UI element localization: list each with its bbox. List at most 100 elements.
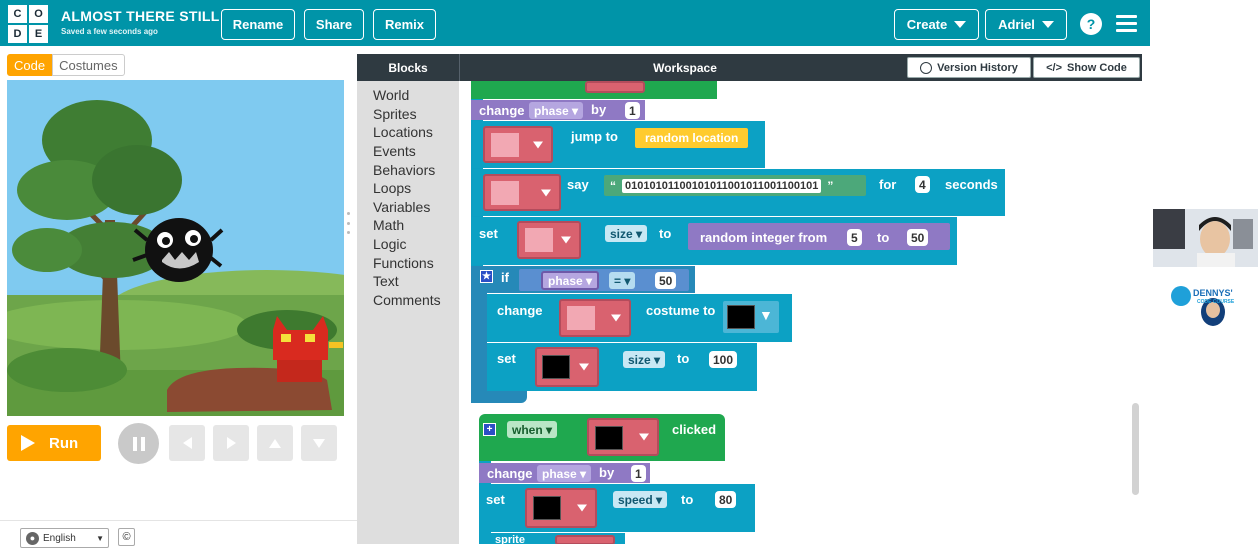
spider-sprite-thumbnail [491,180,519,205]
user-name: Adriel [998,17,1035,32]
variable-name: phase [534,103,569,118]
variable-dropdown[interactable]: phase ▾ [537,465,592,482]
share-button[interactable]: Share [304,9,364,40]
text-input[interactable]: 0101010110010101100101100110010​1 [622,178,822,193]
number-input[interactable]: 1 [625,102,640,119]
webcam-image [1153,209,1258,267]
category-text[interactable]: Text [357,272,459,291]
hamburger-menu-icon[interactable] [1116,15,1137,32]
number-input[interactable]: 80 [715,491,737,508]
number-input[interactable]: 5 [847,229,862,246]
block-keyword: by [591,102,607,117]
webcam-image [1153,268,1258,328]
number-input[interactable]: 1 [631,465,646,482]
property-dropdown[interactable]: size ▾ [605,225,648,242]
show-code-label: Show Code [1067,61,1127,74]
logo-letter: C [8,5,27,23]
saved-status: Saved a few seconds ago [61,27,158,36]
run-label: Run [49,434,79,452]
category-world[interactable]: World [357,86,459,105]
category-functions[interactable]: Functions [357,253,459,272]
block-keyword: seconds [945,177,998,192]
sprite-dropdown[interactable] [535,347,599,387]
variable-dropdown[interactable]: phase ▾ [541,271,600,290]
course-logo-subtext: CODE COURSE [1197,299,1235,305]
left-arrow-button[interactable] [169,425,205,461]
version-history-button[interactable]: Version History [907,57,1031,78]
code-workspace[interactable]: change phase ▾ by 1 jump to random locat… [459,81,1142,544]
category-comments[interactable]: Comments [357,291,459,310]
webcam-tile-student [1153,209,1258,267]
remix-button[interactable]: Remix [373,9,436,40]
logo-letter: E [29,25,48,43]
sprite-dropdown[interactable] [587,418,659,456]
category-sprites[interactable]: Sprites [357,105,459,124]
block-keyword: random integer from [700,230,828,245]
mutator-icon[interactable]: + [483,423,496,436]
variable-dropdown[interactable]: phase ▾ [529,102,584,119]
event-dropdown[interactable]: when ▾ [507,421,558,438]
right-arrow-button[interactable] [213,425,249,461]
run-button[interactable]: Run [7,425,101,461]
block-keyword: for [879,177,897,192]
chevron-down-icon [954,21,967,28]
property-dropdown[interactable]: size ▾ [623,351,666,368]
category-logic[interactable]: Logic [357,235,459,254]
code-org-logo[interactable]: C O D E [8,5,48,43]
costume-thumbnail [727,305,755,329]
property-dropdown[interactable]: speed ▾ [613,491,668,508]
game-stage[interactable] [7,80,344,416]
operator-dropdown[interactable]: = ▾ [609,272,636,289]
sprite-dropdown[interactable] [483,126,553,163]
mutator-icon[interactable]: ★ [480,270,493,283]
number-input[interactable]: 100 [709,351,738,368]
number-input[interactable]: 4 [915,176,930,193]
version-history-label: Version History [937,61,1018,74]
arrow-up-icon [269,438,281,448]
operator: = [614,273,622,288]
block-keyword: to [877,230,890,245]
top-bar: C O D E ALMOST THERE STILL Saved a few s… [0,0,1150,46]
block-keyword: to [681,492,694,507]
pause-button[interactable] [118,423,159,464]
category-loops[interactable]: Loops [357,179,459,198]
sprite-dropdown[interactable] [525,488,597,528]
create-dropdown[interactable]: Create [894,9,979,40]
chevron-down-icon: ▼ [96,533,104,543]
sprite-dropdown[interactable] [559,299,631,337]
sprite-dropdown[interactable] [483,174,561,211]
copyright-button[interactable]: © [118,528,135,546]
number-input[interactable]: 50 [655,272,677,289]
block-keyword: set [497,351,516,366]
block-keyword: costume to [646,303,716,318]
text-string-block[interactable]: “ 0101010110010101100101100110010​1 ” [604,175,866,196]
workspace-scrollbar[interactable] [1132,403,1139,495]
category-events[interactable]: Events [357,142,459,161]
spider-sprite-thumbnail [491,132,519,157]
property-name: speed [618,492,653,507]
up-arrow-button[interactable] [257,425,293,461]
category-math[interactable]: Math [357,216,459,235]
tab-code[interactable]: Code [7,54,53,76]
down-arrow-button[interactable] [301,425,337,461]
sprite-slot[interactable] [585,81,645,93]
user-menu[interactable]: Adriel [985,9,1067,40]
category-locations[interactable]: Locations [357,123,459,142]
block-keyword: if [501,270,509,285]
language-select[interactable]: ● English ▼ [20,528,109,548]
if-block-end [471,391,527,403]
rename-button[interactable]: Rename [221,9,295,40]
sprite-slot[interactable] [555,535,615,544]
category-variables[interactable]: Variables [357,198,459,217]
tab-costumes[interactable]: Costumes [52,54,125,76]
show-code-button[interactable]: </> Show Code [1033,57,1140,78]
location-value[interactable]: random location [635,128,749,148]
code-costume-tabs: Code Costumes [7,54,125,76]
resize-handle[interactable] [347,212,351,234]
help-icon[interactable]: ? [1080,13,1102,35]
chevron-down-icon [577,504,587,512]
sprite-dropdown[interactable] [517,221,581,259]
number-input[interactable]: 50 [907,229,929,246]
workspace-title: Workspace [653,60,717,75]
category-behaviors[interactable]: Behaviors [357,160,459,179]
